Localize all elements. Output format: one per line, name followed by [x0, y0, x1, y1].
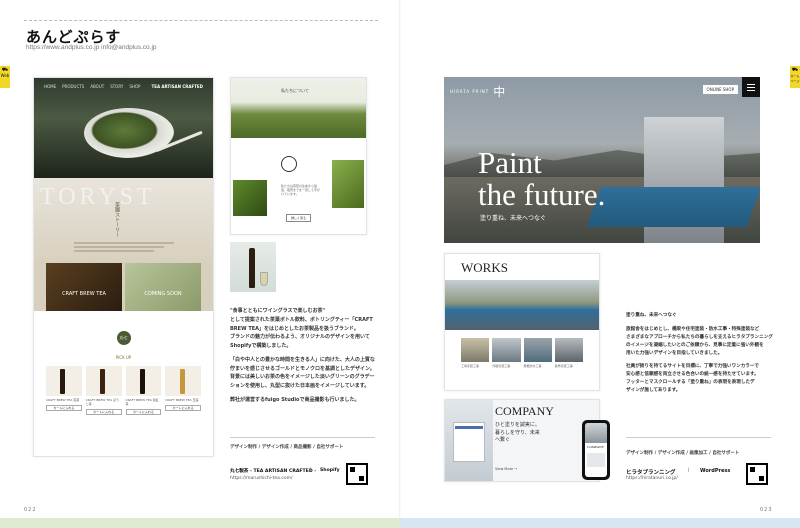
nav-item[interactable]: PRODUCTS — [62, 84, 84, 89]
hero-headline-line1: Paint — [478, 145, 542, 180]
company-building-photo — [445, 400, 493, 481]
about-body: 私たちは茶葉の生産から製造、販売までを一貫して手がけています。 — [281, 184, 320, 197]
hirata-hero: HIRATA PRINT 中 ONLINE SHOP Paint the fut… — [444, 77, 760, 243]
left-client-url[interactable]: https://marushichi-tea.com/ — [230, 476, 292, 481]
product-card[interactable]: CRAFT BREW TEA 玉露 カートに入れる — [165, 366, 201, 415]
works-title: WORKS — [461, 260, 508, 275]
right-description: 塗り重ね、未来へつなぐ 旅館舎をはじめとし、橋梁や住宅塗装・防水工事・特殊塗装な… — [626, 313, 773, 394]
right-side-tab: ⛟ ホームページ — [790, 66, 800, 88]
right-credits-divider — [626, 437, 771, 438]
coming-soon-card[interactable]: COMING SOON — [125, 263, 201, 311]
nav-item[interactable]: SHOP — [129, 84, 140, 89]
story-vertical-title: 茶園ストーリー — [114, 202, 120, 237]
craft-brew-card[interactable]: CRAFT BREW TEA — [46, 263, 122, 311]
left-description: "食事とともにワイングラスで楽しむお茶" として提案された茶葉ボトル飲料、ボトリ… — [230, 308, 375, 403]
tea-nav: HOME PRODUCTS ABOUT STORY SHOP TEA ARTIS… — [44, 84, 203, 89]
phone-mockup: COMPANY — [582, 420, 610, 480]
right-qr-code — [746, 463, 768, 485]
story-text — [74, 240, 174, 254]
about-more-button[interactable]: 詳しく見る — [286, 214, 312, 222]
page-gutter — [399, 0, 401, 528]
tea-hero: HOME PRODUCTS ABOUT STORY SHOP TEA ARTIS… — [34, 78, 213, 178]
product-card[interactable]: CRAFT BREW TEA ほうじ茶 カートに入れる — [85, 366, 122, 415]
works-section: WORKS 工場塗装工事 外壁塗装工事 屋根防水工事 鉄骨塗装工事 — [444, 253, 600, 391]
left-credits: デザイン制作 / デザイン作成 / 商品撮影 / 自社サポート — [230, 445, 344, 450]
works-thumb[interactable]: 工場塗装工事 — [461, 338, 490, 368]
hero-headline-line2: the future. — [478, 177, 606, 212]
tea-category-row: CRAFT BREW TEA COMING SOON — [34, 263, 213, 311]
works-thumb[interactable]: 外壁塗装工事 — [492, 338, 521, 368]
about-content: 私たちは茶葉の生産から製造、販売までを一貫して手がけています。 詳しく見る — [231, 138, 366, 234]
hero-subtitle: 塗り重ね、未来へつなぐ — [480, 215, 547, 222]
tea-pickup: 丸七 PICK UP — [34, 331, 213, 360]
works-thumb[interactable]: 屋根防水工事 — [523, 338, 552, 368]
left-side-tab: ⛟ Web — [0, 66, 10, 88]
left-page-number: 022 — [24, 507, 37, 513]
add-to-cart-button[interactable]: カートに入れる — [165, 405, 201, 411]
top-divider — [24, 20, 378, 21]
right-credits: デザイン制作 / デザイン作成 / 画像加工 / 自社サポート — [626, 451, 740, 456]
right-client-name: ヒラタプランニング — [626, 470, 676, 476]
product-card[interactable]: CRAFT BREW TEA 和紅茶 カートに入れる — [125, 366, 162, 415]
tea-about-mockup: 私たちについて 私たちは茶葉の生産から製造、販売までを一貫して手がけています。 … — [230, 77, 367, 235]
left-footer-separator: | — [310, 468, 312, 473]
right-platform: WordPress — [700, 468, 731, 474]
works-main-photo — [445, 280, 599, 330]
tea-site-mockup: HOME PRODUCTS ABOUT STORY SHOP TEA ARTIS… — [33, 77, 214, 457]
add-to-cart-button[interactable]: カートに入れる — [85, 409, 122, 415]
kanji-badge: 丸七 — [116, 331, 131, 345]
cart-icon: ⛟ — [791, 67, 799, 73]
right-client-url[interactable]: https://hiratanuri.co.jp/ — [626, 476, 678, 481]
tea-field-image: 私たちについて — [231, 78, 366, 138]
about-logo-mark — [281, 156, 297, 172]
company-title-heading: COMPANY — [495, 404, 554, 418]
left-platform: Shopify — [320, 468, 340, 473]
left-client-name: 丸七製茶 - TEA ARTISAN CRAFTED - — [230, 469, 317, 474]
nav-item[interactable]: HOME — [44, 84, 56, 89]
right-footer-separator: | — [688, 468, 690, 473]
works-thumb[interactable]: 鉄骨塗装工事 — [554, 338, 583, 368]
hirata-logo-mark-icon: 中 — [493, 85, 506, 99]
company-more-link[interactable]: View More → — [495, 467, 517, 471]
product-card[interactable]: CRAFT BREW TEA 煎茶 カートに入れる — [46, 366, 82, 415]
tea-leaves-photo — [233, 180, 267, 216]
add-to-cart-button[interactable]: カートに入れる — [46, 405, 82, 411]
bottom-band-left — [0, 518, 400, 528]
tea-plant-photo — [332, 160, 364, 208]
bottom-band-right — [400, 518, 800, 528]
product-grid: CRAFT BREW TEA 煎茶 カートに入れる CRAFT BREW TEA… — [34, 360, 213, 415]
left-tab-label: Web — [0, 72, 10, 78]
company-section: COMPANY ひと塗りを誠実に。暮らしを守り、未来へ繋ぐ View More … — [444, 399, 600, 482]
right-page-number: 023 — [760, 507, 773, 513]
phone-company-label: COMPANY — [587, 445, 605, 449]
nav-item[interactable]: ABOUT — [90, 84, 104, 89]
menu-icon[interactable] — [742, 77, 760, 97]
nav-item[interactable]: STORY — [110, 84, 123, 89]
add-to-cart-button[interactable]: カートに入れる — [125, 409, 162, 415]
hirata-logo[interactable]: HIRATA PRINT 中 — [450, 83, 505, 100]
tea-brand: TEA ARTISAN CRAFTED — [151, 84, 203, 89]
left-credits-divider — [230, 437, 375, 438]
about-banner-title: 私たちについて — [281, 88, 309, 93]
bottle-photo — [230, 242, 276, 292]
online-shop-button[interactable]: ONLINE SHOP — [702, 85, 738, 94]
story-watermark: TORYST — [40, 184, 156, 210]
tea-story: TORYST 茶園ストーリー — [34, 178, 213, 263]
works-thumbs: 工場塗装工事 外壁塗装工事 屋根防水工事 鉄骨塗装工事 — [445, 330, 599, 368]
company-urls: https://www.andplus.co.jp info@andplus.c… — [26, 44, 157, 51]
blue-tarp — [586, 187, 760, 227]
right-tab-label: ホームページ — [790, 73, 800, 83]
company-copy: ひと塗りを誠実に。暮らしを守り、未来へ繋ぐ — [495, 423, 540, 443]
left-qr-code — [346, 463, 368, 485]
